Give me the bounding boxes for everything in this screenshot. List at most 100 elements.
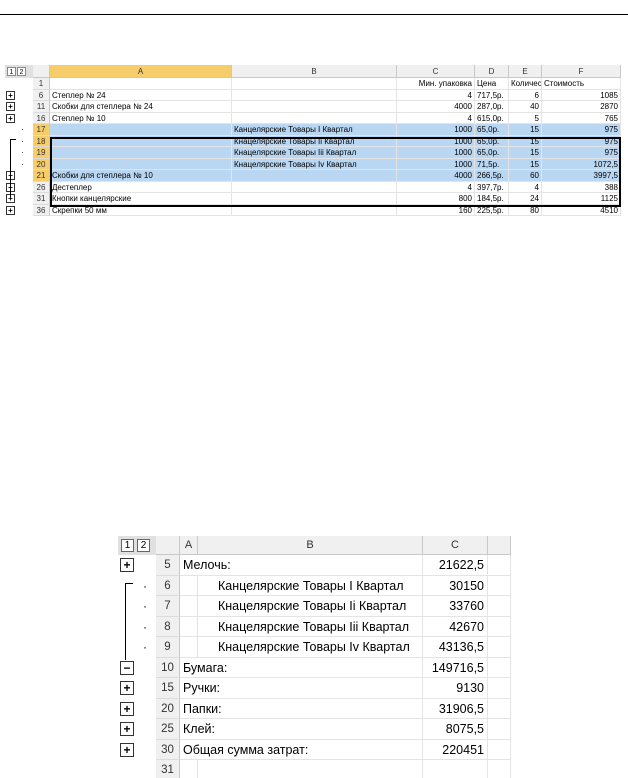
expand-group-button[interactable]: + bbox=[120, 742, 134, 757]
cell-c[interactable]: 1000 bbox=[397, 135, 475, 147]
cell-c[interactable]: 4 bbox=[397, 112, 475, 124]
cell-c[interactable]: 149716,5 bbox=[423, 657, 488, 678]
row-number[interactable]: 16 bbox=[33, 112, 50, 124]
cell-c[interactable]: Мин. упаковка bbox=[397, 78, 475, 90]
cell-a[interactable] bbox=[180, 637, 198, 658]
expand-group-button[interactable]: + bbox=[120, 558, 134, 572]
cell-d[interactable] bbox=[488, 698, 511, 719]
cell-b[interactable] bbox=[232, 89, 397, 101]
cell-a[interactable]: Папки: bbox=[180, 699, 423, 719]
cell-f[interactable]: 4510 bbox=[542, 204, 621, 216]
column-header-b[interactable]: B bbox=[232, 65, 397, 78]
cell-b[interactable]: Кнацелярские Товары Ii Квартал bbox=[232, 135, 397, 147]
cell-b[interactable] bbox=[232, 78, 397, 90]
cell-d[interactable] bbox=[488, 719, 511, 740]
row-number[interactable]: 6 bbox=[33, 89, 50, 101]
cell-a[interactable] bbox=[180, 760, 198, 778]
cell-d[interactable] bbox=[488, 760, 511, 778]
cell-e[interactable]: Количество bbox=[509, 78, 542, 90]
cell-c[interactable]: 1000 bbox=[397, 158, 475, 170]
expand-group-button[interactable]: + bbox=[6, 102, 15, 111]
cell-e[interactable]: 24 bbox=[509, 193, 542, 205]
cell-d[interactable]: Цена bbox=[475, 78, 509, 90]
cell-b[interactable]: Кнацелярские Товары Ii Квартал bbox=[198, 596, 423, 617]
outline-level-1-button[interactable]: 1 bbox=[121, 539, 134, 552]
cell-a[interactable]: Общая сумма затрат: bbox=[180, 740, 423, 760]
cell-d[interactable]: 65,0р. bbox=[475, 147, 509, 159]
row-number[interactable]: 7 bbox=[156, 596, 180, 617]
cell-a[interactable]: Бумага: bbox=[180, 658, 423, 678]
cell-a[interactable]: Степлер № 10 bbox=[50, 112, 232, 124]
row-number[interactable]: 31 bbox=[33, 193, 50, 205]
cell-e[interactable]: 4 bbox=[509, 181, 542, 193]
cell-c[interactable]: 21622,5 bbox=[423, 555, 488, 576]
cell-b[interactable] bbox=[232, 112, 397, 124]
cell-a[interactable]: Скобки для степлера № 10 bbox=[50, 170, 232, 182]
cell-c[interactable]: 31906,5 bbox=[423, 698, 488, 719]
column-header-c[interactable]: C bbox=[423, 536, 488, 555]
cell-a[interactable]: Мелочь: bbox=[180, 555, 423, 576]
column-header-a[interactable]: A bbox=[50, 65, 232, 78]
column-header-d[interactable] bbox=[488, 536, 511, 555]
expand-group-button[interactable]: + bbox=[120, 681, 134, 695]
expand-group-button[interactable]: + bbox=[120, 701, 134, 716]
expand-group-button[interactable]: + bbox=[6, 205, 15, 215]
cell-d[interactable]: 65,0р. bbox=[475, 124, 509, 136]
row-number[interactable]: 6 bbox=[156, 575, 180, 596]
column-header-b[interactable]: B bbox=[198, 536, 423, 555]
row-number[interactable]: 31 bbox=[156, 760, 180, 778]
row-number[interactable]: 20 bbox=[156, 698, 180, 719]
row-number[interactable]: 11 bbox=[33, 101, 50, 113]
cell-c[interactable]: 30150 bbox=[423, 575, 488, 596]
cell-d[interactable] bbox=[488, 637, 511, 658]
cell-f[interactable]: 1085 bbox=[542, 89, 621, 101]
column-header-d[interactable]: D bbox=[475, 65, 509, 78]
cell-e[interactable]: 80 bbox=[509, 204, 542, 216]
cell-a[interactable] bbox=[50, 158, 232, 170]
cell-b[interactable]: Кнацелярские Товары Iv Квартал bbox=[232, 158, 397, 170]
cell-c[interactable]: 8075,5 bbox=[423, 719, 488, 740]
cell-f[interactable]: 975 bbox=[542, 124, 621, 136]
column-header-f[interactable]: F bbox=[542, 65, 621, 78]
cell-a[interactable] bbox=[50, 78, 232, 90]
expand-group-button[interactable]: + bbox=[6, 90, 15, 100]
cell-c[interactable]: 9130 bbox=[423, 678, 488, 699]
cell-a[interactable] bbox=[50, 147, 232, 159]
cell-a[interactable]: Ручки: bbox=[180, 678, 423, 699]
cell-d[interactable] bbox=[488, 575, 511, 596]
select-all-corner[interactable] bbox=[33, 65, 50, 78]
row-number[interactable]: 21 bbox=[33, 170, 50, 182]
expand-group-button[interactable]: + bbox=[6, 113, 15, 123]
cell-a[interactable]: Степлер № 24 bbox=[50, 89, 232, 101]
cell-d[interactable] bbox=[488, 596, 511, 617]
cell-c[interactable]: 220451 bbox=[423, 739, 488, 760]
select-all-corner[interactable] bbox=[156, 536, 180, 555]
cell-d[interactable]: 65,0р. bbox=[475, 135, 509, 147]
cell-d[interactable] bbox=[488, 678, 511, 699]
cell-d[interactable]: 287,0р. bbox=[475, 101, 509, 113]
cell-c[interactable]: 1000 bbox=[397, 147, 475, 159]
outline-level-2-button[interactable]: 2 bbox=[17, 67, 26, 76]
cell-d[interactable] bbox=[488, 555, 511, 576]
cell-e[interactable]: 15 bbox=[509, 124, 542, 136]
cell-c[interactable]: 160 bbox=[397, 204, 475, 216]
cell-d[interactable] bbox=[488, 739, 511, 760]
cell-d[interactable] bbox=[488, 616, 511, 637]
cell-c[interactable]: 42670 bbox=[423, 616, 488, 637]
cell-d[interactable]: 397,7р. bbox=[475, 181, 509, 193]
cell-c[interactable]: 1000 bbox=[397, 124, 475, 136]
cell-a[interactable]: Кнопки канцелярские bbox=[50, 193, 232, 205]
cell-f[interactable]: 2870 bbox=[542, 101, 621, 113]
cell-b[interactable]: Кнацелярские Товары Iv Квартал bbox=[198, 637, 423, 658]
cell-b[interactable] bbox=[232, 101, 397, 113]
cell-d[interactable]: 266,5р. bbox=[475, 170, 509, 182]
cell-a[interactable] bbox=[50, 135, 232, 147]
outline-level-1-button[interactable]: 1 bbox=[7, 67, 16, 76]
cell-a[interactable]: Дестеплер bbox=[50, 181, 232, 193]
cell-e[interactable]: 5 bbox=[509, 112, 542, 124]
row-number[interactable]: 19 bbox=[33, 147, 50, 159]
cell-f[interactable]: 975 bbox=[542, 147, 621, 159]
cell-b[interactable]: Кнацелярские Товары Iii Квартал bbox=[232, 147, 397, 159]
row-number[interactable]: 17 bbox=[33, 124, 50, 136]
row-number[interactable]: 20 bbox=[33, 158, 50, 170]
